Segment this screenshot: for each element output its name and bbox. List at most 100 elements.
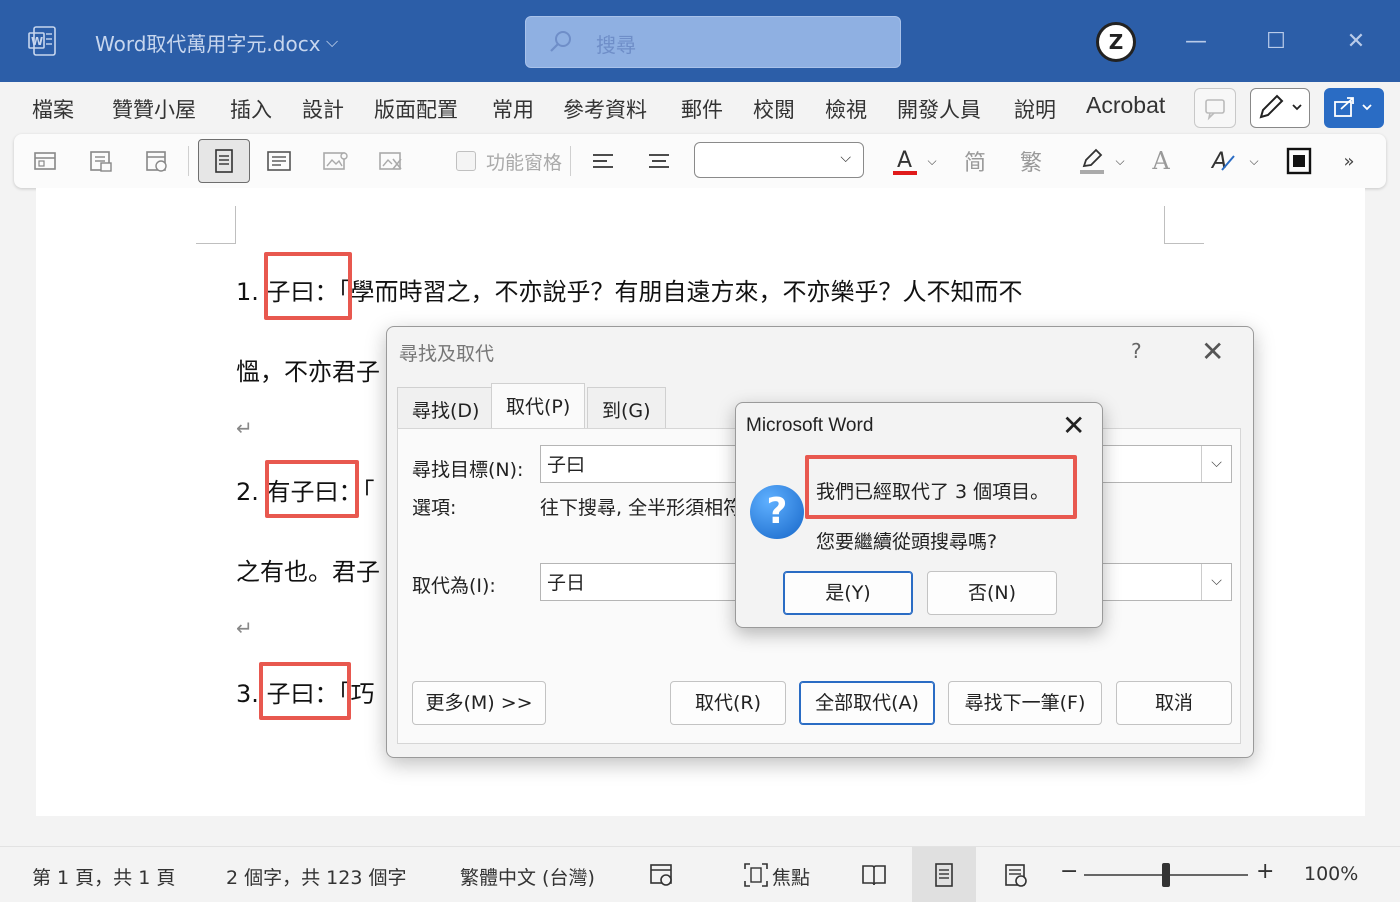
web-layout-icon[interactable] — [1002, 861, 1030, 894]
tab-goto[interactable]: 到(G) — [587, 387, 666, 429]
text-effects-icon[interactable]: A — [1206, 144, 1240, 178]
chevron-down-icon[interactable]: ⌵ — [1110, 144, 1130, 178]
no-button[interactable]: 否(N) — [927, 571, 1057, 615]
menu-file[interactable]: 檔案 — [32, 94, 74, 124]
toolbar-separator — [570, 146, 571, 176]
zoom-out-button[interactable]: − — [1060, 859, 1078, 884]
language[interactable]: 繁體中文 (台灣) — [460, 863, 595, 890]
read-mode-icon[interactable] — [262, 144, 296, 178]
paragraph-1-continuation: 慍，不亦君子 — [236, 358, 380, 386]
menu-design[interactable]: 設計 — [302, 94, 344, 124]
menu-review[interactable]: 校閱 — [753, 94, 795, 124]
chevron-down-icon[interactable]: ⌵ — [1244, 144, 1264, 178]
tab-find[interactable]: 尋找(D) — [397, 387, 495, 429]
focus-icon[interactable] — [742, 861, 770, 894]
outline-icon[interactable] — [84, 144, 118, 178]
paragraph-mark-icon: ↵ — [236, 416, 253, 440]
font-name-combo[interactable]: ⌵ — [694, 142, 864, 178]
question-text: 您要繼續從頭搜尋嗎? — [816, 531, 998, 553]
status-bar: 第 1 頁，共 1 頁 2 個字，共 123 個字 繁體中文 (台灣) 焦點 −… — [0, 846, 1400, 902]
paragraph-number: 3. — [236, 680, 259, 708]
document-title[interactable]: Word取代萬用字元.docx — [95, 28, 321, 57]
options-value: 往下搜尋, 全半形須相符 — [540, 497, 743, 519]
highlight-box — [259, 662, 351, 720]
minimize-button[interactable]: — — [1176, 24, 1216, 60]
highlighter-icon[interactable] — [1074, 144, 1108, 178]
paragraph-number: 2. — [236, 478, 259, 506]
menu-references[interactable]: 參考資料 — [563, 94, 647, 124]
editing-mode-button[interactable] — [1250, 88, 1310, 128]
paragraph-number: 1. — [236, 278, 259, 306]
simplified-to-traditional-icon[interactable]: 繁 — [1014, 144, 1048, 178]
page-view-icon[interactable] — [1282, 144, 1316, 178]
menu-mailings[interactable]: 郵件 — [681, 94, 723, 124]
nav-pane-checkbox[interactable] — [456, 151, 476, 171]
align-center-icon[interactable] — [642, 144, 676, 178]
share-button[interactable] — [1324, 88, 1384, 128]
find-value: 子曰 — [547, 454, 586, 476]
highlight-box — [265, 460, 359, 518]
traditional-to-simplified-icon[interactable]: 简 — [958, 144, 992, 178]
chevron-down-icon[interactable]: ⌵ — [922, 144, 942, 178]
close-icon[interactable]: ✕ — [1201, 335, 1224, 368]
title-bar: W Word取代萬用字元.docx ⌵ 搜尋 Z — ☐ ✕ — [0, 0, 1400, 82]
zoom-slider-thumb[interactable] — [1162, 863, 1170, 887]
toolbar: 功能窗格 ⌵ A ⌵ 简 繁 ⌵ A A ⌵ » — [14, 134, 1386, 188]
zoom-level[interactable]: 100% — [1304, 863, 1358, 885]
chevron-down-icon[interactable]: ⌵ — [326, 32, 338, 52]
web-layout-icon[interactable] — [28, 144, 62, 178]
search-box[interactable]: 搜尋 — [525, 16, 901, 68]
accessibility-icon[interactable] — [648, 861, 676, 894]
menu-home[interactable]: 常用 — [492, 94, 534, 124]
find-next-button[interactable]: 尋找下一筆(F) — [948, 681, 1102, 725]
comments-button[interactable] — [1194, 88, 1236, 128]
print-layout-view-button[interactable] — [912, 847, 976, 902]
menu-zanzan[interactable]: 贊贊小屋 — [112, 94, 196, 124]
cancel-button[interactable]: 取消 — [1116, 681, 1232, 725]
more-button[interactable]: 更多(M) >> — [412, 681, 546, 725]
menu-acrobat[interactable]: Acrobat — [1086, 92, 1165, 119]
maximize-button[interactable]: ☐ — [1256, 24, 1296, 60]
more-commands-icon[interactable]: » — [1332, 144, 1366, 178]
yes-button[interactable]: 是(Y) — [783, 571, 913, 615]
help-button[interactable]: ? — [1131, 339, 1142, 363]
message-box: Microsoft Word ✕ ? 我們已經取代了 3 個項目。 您要繼續從頭… — [735, 402, 1103, 628]
tab-replace[interactable]: 取代(P) — [491, 383, 586, 429]
picture-edit-icon[interactable] — [374, 144, 408, 178]
menu-help[interactable]: 說明 — [1014, 94, 1056, 124]
focus-label[interactable]: 焦點 — [772, 863, 810, 890]
font-size-icon[interactable]: A — [1144, 144, 1178, 178]
page-count[interactable]: 第 1 頁，共 1 頁 — [32, 863, 175, 890]
search-icon — [550, 31, 571, 52]
question-icon: ? — [750, 485, 804, 539]
read-mode-icon[interactable] — [860, 861, 888, 894]
ribbon-tabs: 檔案 贊贊小屋 插入 設計 版面配置 常用 參考資料 郵件 校閱 檢視 開發人員… — [0, 82, 1400, 132]
font-color-icon[interactable]: A — [888, 144, 922, 178]
paragraph-text: ：「學而時習之，不亦說乎？有朋自遠方來，不亦樂乎？人不知而不 — [314, 278, 1023, 306]
word-app-icon[interactable]: W — [28, 26, 56, 56]
print-layout-icon[interactable] — [198, 139, 250, 183]
chevron-down-icon[interactable]: ⌵ — [1201, 446, 1231, 482]
menu-layout[interactable]: 版面配置 — [374, 94, 458, 124]
align-left-icon[interactable] — [586, 144, 620, 178]
print-layout-icon — [935, 863, 953, 887]
menu-view[interactable]: 檢視 — [825, 94, 867, 124]
zoom-in-button[interactable]: + — [1256, 859, 1274, 884]
nav-pane-label: 功能窗格 — [486, 152, 563, 174]
menu-developer[interactable]: 開發人員 — [897, 94, 981, 124]
message-box-title: Microsoft Word — [746, 415, 874, 436]
word-count[interactable]: 2 個字，共 123 個字 — [226, 863, 406, 890]
replace-button[interactable]: 取代(R) — [670, 681, 786, 725]
replace-all-button[interactable]: 全部取代(A) — [799, 681, 935, 725]
chevron-down-icon[interactable]: ⌵ — [840, 150, 851, 166]
share-icon — [1334, 97, 1372, 117]
highlight-box — [264, 252, 352, 320]
close-window-button[interactable]: ✕ — [1336, 24, 1376, 60]
paragraph-2-continuation: 之有也。君子 — [236, 558, 380, 586]
close-icon[interactable]: ✕ — [1062, 409, 1085, 442]
chevron-down-icon[interactable]: ⌵ — [1201, 564, 1231, 600]
menu-insert[interactable]: 插入 — [230, 94, 272, 124]
avatar[interactable]: Z — [1096, 22, 1136, 62]
draft-icon[interactable] — [140, 144, 174, 178]
picture-layout-icon[interactable] — [318, 144, 352, 178]
